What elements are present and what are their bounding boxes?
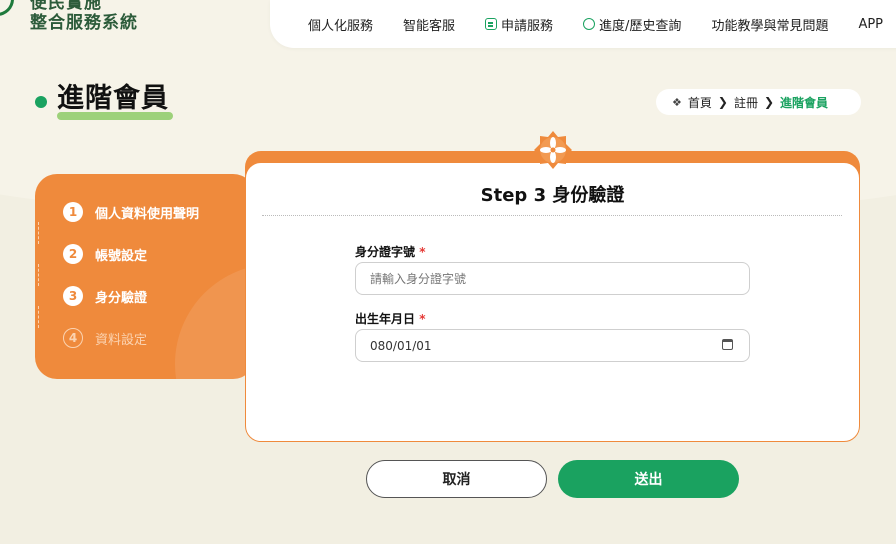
apply-icon <box>485 18 498 30</box>
title-underline <box>57 112 173 120</box>
step-label: 資料設定 <box>95 332 148 348</box>
home-icon[interactable]: ❖ <box>672 96 682 109</box>
step-connector <box>38 222 39 244</box>
nav-item-label: 個人化服務 <box>308 18 374 34</box>
submit-button[interactable]: 送出 <box>558 460 739 498</box>
logo-text-line2: 整合服務系統 <box>30 13 138 33</box>
breadcrumb-home[interactable]: 首頁 <box>688 94 712 111</box>
nav-item-app[interactable]: APP <box>858 17 883 32</box>
step-3: 3 身分驗證 <box>63 286 147 306</box>
step-number: 3 <box>63 286 83 306</box>
step-number: 4 <box>63 328 83 348</box>
nav-item-progress[interactable]: 進度/歷史查詢 <box>583 15 681 34</box>
calendar-icon[interactable] <box>722 339 733 350</box>
birthdate-input[interactable] <box>355 329 750 362</box>
breadcrumb-current: 進階會員 <box>780 95 829 110</box>
nav-item-apply[interactable]: 申請服務 <box>485 15 553 34</box>
logo-emblem-icon <box>0 0 14 16</box>
step-number: 1 <box>63 202 83 222</box>
chevron-right-icon: ❯ <box>717 95 728 109</box>
nav-item-label: 進度/歷史查詢 <box>599 18 682 34</box>
title-dot-icon <box>35 96 47 108</box>
page-title: 進階會員 <box>57 83 169 114</box>
required-mark: * <box>419 312 426 326</box>
id-number-input[interactable] <box>355 262 750 295</box>
breadcrumb-register[interactable]: 註冊 <box>734 94 758 111</box>
nav-item-label: 申請服務 <box>501 18 554 34</box>
form-divider <box>262 215 842 216</box>
chevron-right-icon: ❯ <box>763 95 775 109</box>
step-connector <box>38 264 39 286</box>
nav-item-label: 智能客服 <box>403 18 456 34</box>
search-icon <box>583 18 596 30</box>
nav-item-label: APP <box>858 16 884 32</box>
step-2: 2 帳號設定 <box>63 244 147 264</box>
id-number-label: 身分證字號 * <box>355 243 425 260</box>
site-logo[interactable]: 便民實施 整合服務系統 <box>0 0 160 36</box>
nav-item-smart-service[interactable]: 智能客服 <box>403 15 455 34</box>
breadcrumb: ❖ 首頁 ❯ 註冊 ❯ 進階會員 <box>656 89 861 115</box>
nav-item-label: 功能教學與常見問題 <box>711 18 829 34</box>
form-title: Step 3 身份驗證 <box>480 185 625 206</box>
required-mark: * <box>419 245 426 259</box>
step-4: 4 資料設定 <box>63 328 147 348</box>
step-connector <box>38 306 39 328</box>
cancel-button[interactable]: 取消 <box>366 460 547 498</box>
nav-item-personal[interactable]: 個人化服務 <box>308 15 373 34</box>
id-number-label-text: 身分證字號 <box>355 245 416 259</box>
flower-badge-icon <box>534 131 572 169</box>
step-1: 1 個人資料使用聲明 <box>63 202 199 222</box>
birthdate-label-text: 出生年月日 <box>355 312 416 326</box>
top-navigation: 個人化服務 智能客服 申請服務 進度/歷史查詢 功能教學與常見問題 APP <box>270 0 896 48</box>
step-label: 身分驗證 <box>95 290 148 306</box>
step-label: 個人資料使用聲明 <box>95 206 200 222</box>
nav-item-faq[interactable]: 功能教學與常見問題 <box>711 15 828 34</box>
step-label: 帳號設定 <box>95 248 148 264</box>
step-number: 2 <box>63 244 83 264</box>
birthdate-label: 出生年月日 * <box>355 310 425 327</box>
